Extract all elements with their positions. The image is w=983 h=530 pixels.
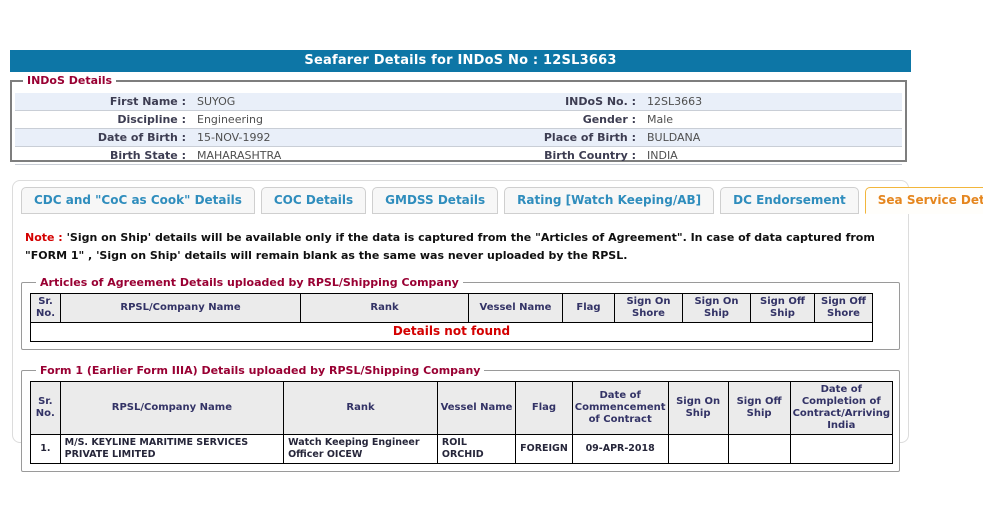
tab-content-panel: CDC and "CoC as Cook" Details COC Detail… [12,180,909,443]
col-rpsl-company-name: RPSL/Company Name [60,381,283,434]
rank-cell: Watch Keeping Engineer Officer OICEW [284,434,438,464]
date-of-birth-value: 15-NOV-1992 [193,130,461,146]
col-flag: Flag [516,381,573,434]
tab-coc-details[interactable]: COC Details [261,187,366,214]
col-rank: Rank [301,294,469,323]
tab-cdc-coc-as-cook-details[interactable]: CDC and "CoC as Cook" Details [21,187,255,214]
tab-rating-watch-keeping-ab[interactable]: Rating [Watch Keeping/AB] [504,187,714,214]
details-not-found-message: Details not found [31,323,873,342]
seafarer-details-page: Seafarer Details for INDoS No : 12SL3663… [0,0,983,530]
discipline-value: Engineering [193,112,461,128]
sr-no-cell: 1. [31,434,61,464]
note-text: 'Sign on Ship' details will be available… [25,231,875,262]
gender-label: Gender : [461,112,643,128]
indos-details-legend: INDoS Details [23,74,116,87]
note-label: Note : [25,231,63,244]
first-name-label: First Name : [15,94,193,110]
table-header-row: Sr. No. RPSL/Company Name Rank Vessel Na… [31,381,893,434]
indos-no-label: INDoS No. : [461,94,643,110]
date-of-completion-cell [790,434,892,464]
col-sign-off-shore: Sign Off Shore [815,294,873,323]
col-sign-off-ship: Sign Off Ship [728,381,790,434]
date-of-birth-label: Date of Birth : [15,130,193,146]
rpsl-company-name-cell: M/S. KEYLINE MARITIME SERVICES PRIVATE L… [60,434,283,464]
empty-message-row: Details not found [31,323,873,342]
articles-of-agreement-section: Articles of Agreement Details uploaded b… [21,276,900,350]
birth-state-value: MAHARASHTRA [193,148,461,164]
vessel-name-cell: ROIL ORCHID [437,434,515,464]
form1-legend: Form 1 (Earlier Form IIIA) Details uploa… [36,364,484,377]
col-rpsl-company-name: RPSL/Company Name [61,294,301,323]
sign-on-ship-note: Note : 'Sign on Ship' details will be av… [25,229,896,264]
col-date-of-commencement: Date of Commencement of Contract [572,381,668,434]
place-of-birth-value: BULDANA [643,130,902,146]
tab-gmdss-details[interactable]: GMDSS Details [372,187,498,214]
articles-of-agreement-legend: Articles of Agreement Details uploaded b… [36,276,463,289]
indos-no-value: 12SL3663 [643,94,902,110]
birth-state-label: Birth State : [15,148,193,164]
col-sign-on-ship: Sign On Ship [683,294,751,323]
table-header-row: Sr. No. RPSL/Company Name Rank Vessel Na… [31,294,873,323]
gender-value: Male [643,112,902,128]
indos-row: Birth State : MAHARASHTRA Birth Country … [15,147,902,165]
form1-table: Sr. No. RPSL/Company Name Rank Vessel Na… [30,381,893,465]
col-vessel-name: Vessel Name [437,381,515,434]
place-of-birth-label: Place of Birth : [461,130,643,146]
col-sr-no: Sr. No. [31,381,61,434]
flag-cell: FOREIGN [516,434,573,464]
col-sign-off-ship: Sign Off Ship [751,294,815,323]
articles-of-agreement-table: Sr. No. RPSL/Company Name Rank Vessel Na… [30,293,873,342]
indos-details-panel: INDoS Details First Name : SUYOG INDoS N… [10,74,907,162]
date-of-commencement-cell: 09-APR-2018 [572,434,668,464]
col-sign-on-shore: Sign On Shore [615,294,683,323]
tab-sea-service-details[interactable]: Sea Service Details [865,187,983,214]
col-date-of-completion: Date of Completion of Contract/Arriving … [790,381,892,434]
birth-country-label: Birth Country : [461,148,643,164]
indos-row: First Name : SUYOG INDoS No. : 12SL3663 [15,93,902,111]
indos-row: Date of Birth : 15-NOV-1992 Place of Bir… [15,129,902,147]
page-title: Seafarer Details for INDoS No : 12SL3663 [10,50,911,72]
col-vessel-name: Vessel Name [469,294,563,323]
birth-country-value: INDIA [643,148,902,164]
tab-bar: CDC and "CoC as Cook" Details COC Detail… [13,181,908,214]
table-row: 1. M/S. KEYLINE MARITIME SERVICES PRIVAT… [31,434,893,464]
discipline-label: Discipline : [15,112,193,128]
col-flag: Flag [563,294,615,323]
form1-section: Form 1 (Earlier Form IIIA) Details uploa… [21,364,900,473]
tab-dc-endorsement[interactable]: DC Endorsement [720,187,859,214]
indos-row: Discipline : Engineering Gender : Male [15,111,902,129]
col-sign-on-ship: Sign On Ship [668,381,728,434]
col-rank: Rank [284,381,438,434]
col-sr-no: Sr. No. [31,294,61,323]
sign-on-ship-cell [668,434,728,464]
first-name-value: SUYOG [193,94,461,110]
sign-off-ship-cell [728,434,790,464]
